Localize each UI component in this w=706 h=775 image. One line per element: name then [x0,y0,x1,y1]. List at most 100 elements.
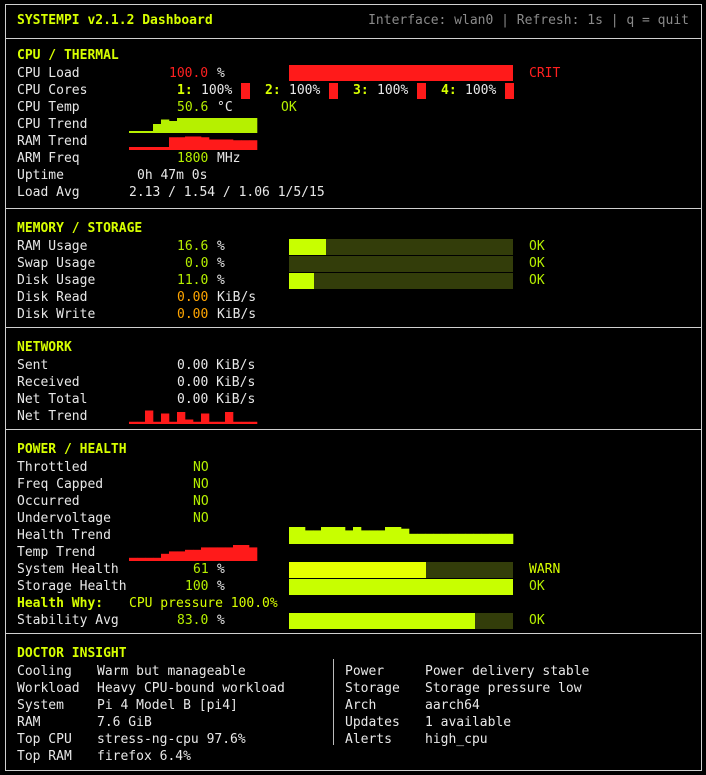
sparkline-column [385,527,394,544]
sparkline-column [185,118,194,133]
doctor-key: RAM [17,715,41,730]
system-health-label: System Health [17,562,119,577]
stability-avg-label: Stability Avg [17,613,119,628]
disk-write-unit: KiB/s [217,307,257,322]
ram-usage-bar [289,239,513,255]
ram-usage-unit: % [217,239,225,254]
sparkline-column [345,530,354,544]
sparkline-column [193,136,202,150]
sparkline-column [489,533,498,544]
doctor-key: Alerts [345,732,392,747]
sparkline-column [353,527,362,544]
core-4-bar-fill [505,83,514,99]
sparkline-column [153,147,162,150]
sparkline-column [361,530,370,544]
core-3-bar [417,83,426,99]
net-total-value: 0.00 KiB/s [177,392,256,407]
sparkline-column [201,118,210,133]
sparkline-column [217,118,226,133]
doctor-key: Arch [345,698,377,713]
arm-freq-label: ARM Freq [17,151,80,166]
cpu-trend-label: CPU Trend [17,117,88,132]
sparkline-column [169,121,178,133]
doctor-key: Storage [345,681,400,696]
cpu-load-value: 100.0 [169,66,209,81]
cpu-load-unit: % [217,66,225,81]
sparkline-column [145,410,154,424]
cpu-load-status: CRIT [529,66,561,81]
sparkline-column [241,545,250,561]
section-heading: DOCTOR INSIGHT [17,646,127,661]
sparkline-column [145,557,154,561]
storage-health-value: 100 [185,579,209,594]
swap-usage-label: Swap Usage [17,256,96,271]
sparkline-column [233,118,242,133]
cpu-temp-status: OK [281,100,297,115]
sparkline-column [201,413,210,424]
system-health-status: WARN [529,562,561,577]
cpu-load-bar [289,65,513,81]
disk-usage-unit: % [217,273,225,288]
disk-usage-bar [289,273,513,289]
sparkline-column [193,421,202,424]
swap-usage-value: 0.0 [185,256,209,271]
sparkline-column [217,547,226,561]
core-2-value: 100% [289,83,321,98]
sparkline-column [241,421,250,424]
sparkline-column [449,533,458,544]
sparkline-column [497,533,506,544]
doctor-value: Heavy CPU-bound workload [97,681,285,696]
doctor-key: Cooling [17,664,72,679]
sparkline-column [297,527,306,544]
sparkline-column [137,131,146,133]
sparkline-column [145,131,154,133]
doctor-key: System [17,698,64,713]
app-title: SYSTEMPI v2.1.2 Dashboard [17,13,213,28]
doctor-value: 1 available [425,715,512,730]
sparkline-column [289,527,298,544]
system-health-unit: % [217,562,225,577]
throttled-value: NO [193,460,209,475]
doctor-value: firefox 6.4% [97,749,191,764]
doctor-key: Updates [345,715,400,730]
health-why-value: CPU pressure 100.0% [129,596,278,611]
disk-read-value: 0.00 [177,290,209,305]
sparkline-column [185,549,194,561]
section-heading: MEMORY / STORAGE [17,221,143,236]
sparkline-column [457,533,466,544]
power-health-section: POWER / HEALTH Throttled NO Freq Capped … [6,430,701,634]
storage-health-label: Storage Health [17,579,127,594]
core-4-value: 100% [465,83,497,98]
sparkline-column [225,139,234,150]
cpu-load-bar-fill [289,65,513,81]
received-value: 0.00 KiB/s [177,375,256,390]
system-health-bar [289,562,513,578]
net-trend-sparkline [129,410,258,424]
sparkline-column [209,421,218,424]
occurred-label: Occurred [17,494,80,509]
health-why-label: Health Why: [17,596,104,611]
sparkline-column [217,139,226,150]
net-total-label: Net Total [17,392,88,407]
doctor-value: Pi 4 Model B [pi4] [97,698,238,713]
sparkline-column [241,118,250,133]
disk-usage-label: Disk Usage [17,273,96,288]
sparkline-column [129,147,138,150]
sparkline-column [201,547,210,561]
sparkline-column [161,147,170,150]
doctor-value: Power delivery stable [425,664,590,679]
sparkline-column [161,413,170,424]
core-1-value: 100% [201,83,233,98]
doctor-value: 7.6 GiB [97,715,152,730]
sparkline-column [137,147,146,150]
sparkline-column [465,533,474,544]
cpu-load-label: CPU Load [17,66,80,81]
stability-avg-unit: % [217,613,225,628]
disk-usage-status: OK [529,273,545,288]
swap-usage-bar [289,256,513,272]
sparkline-column [177,137,186,150]
stability-avg-status: OK [529,613,545,628]
cpu-trend-sparkline [129,118,258,133]
temp-trend-label: Temp Trend [17,545,96,560]
sparkline-column [225,118,234,133]
